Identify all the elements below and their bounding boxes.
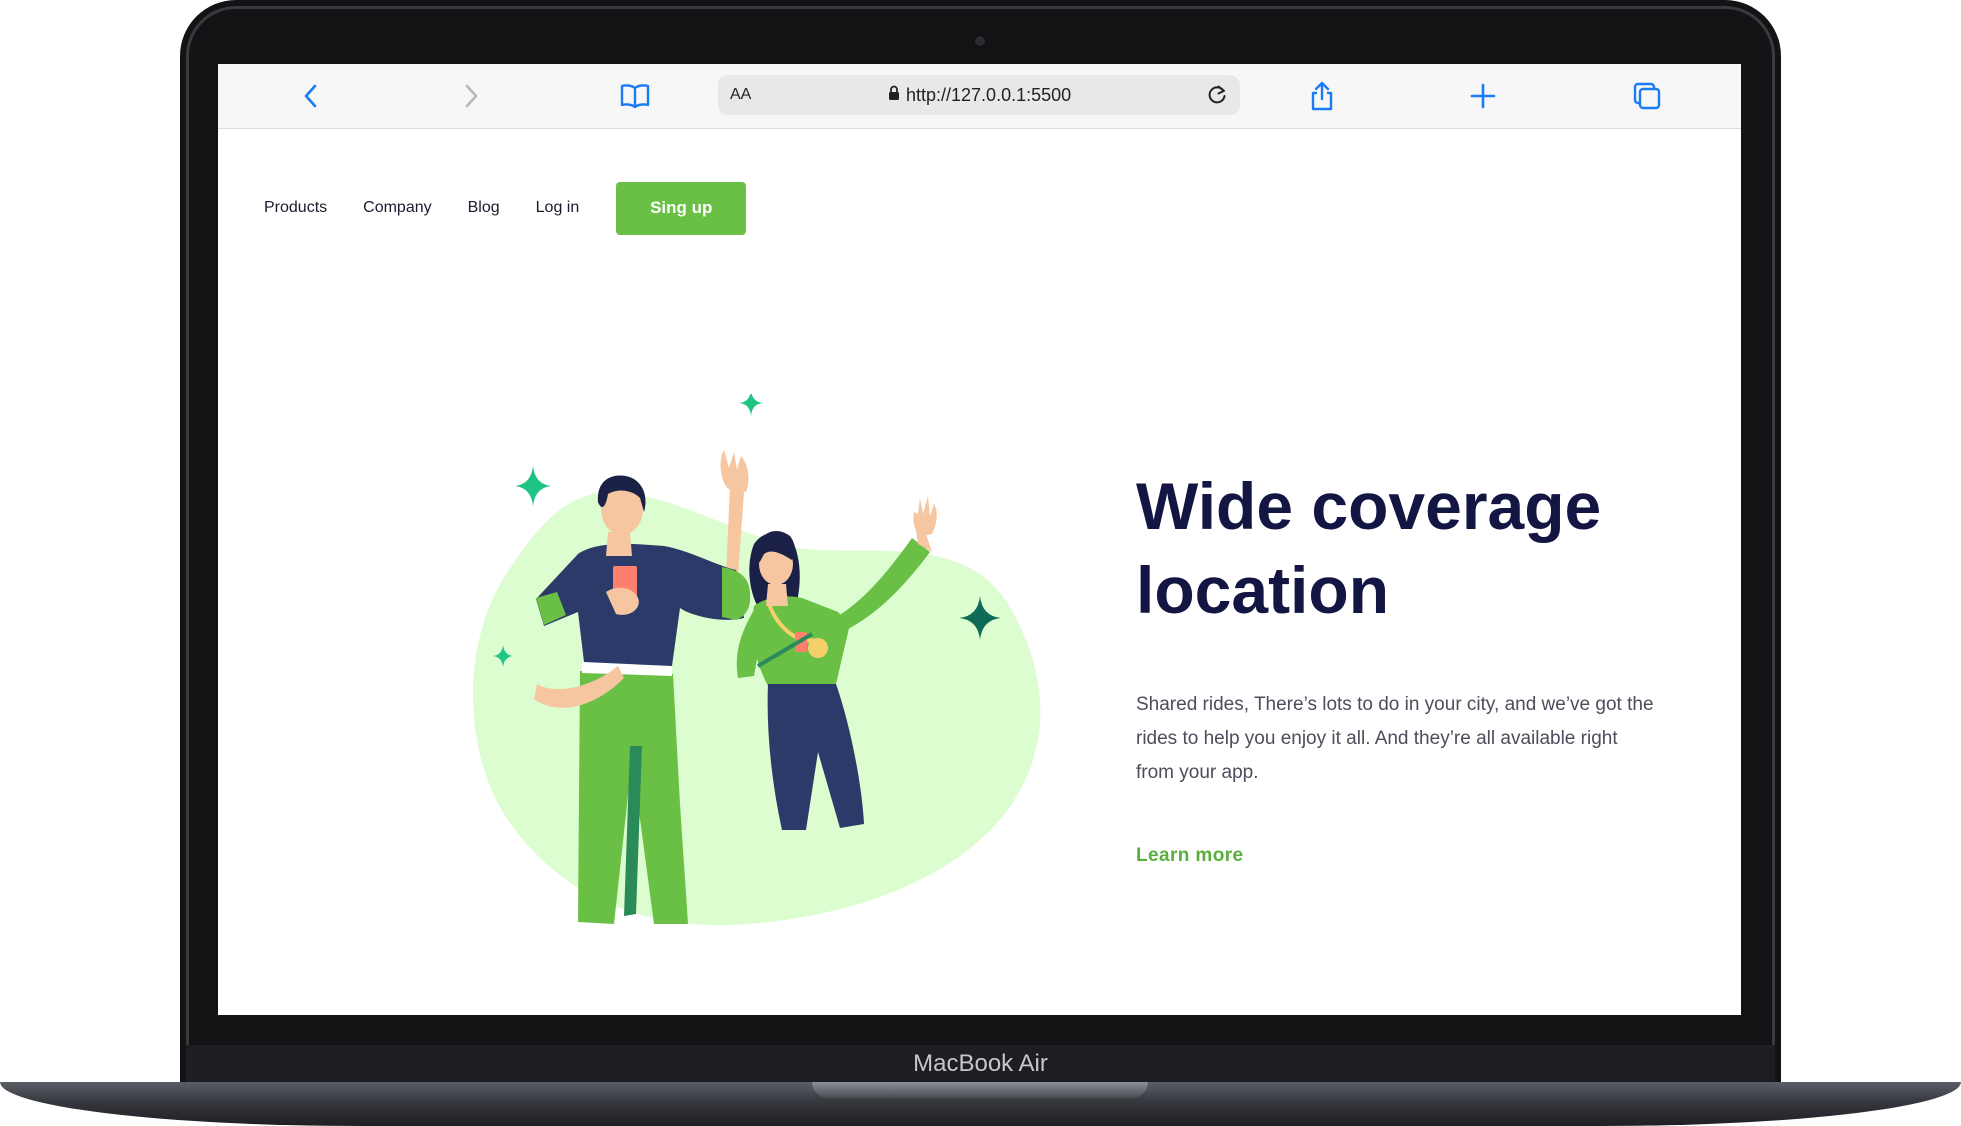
browser-screen: AA http://127.0.0.1:5500 Products Compan…	[218, 64, 1741, 1015]
bookmarks-book-icon[interactable]	[618, 79, 652, 113]
hero-title-line1: Wide coverage	[1136, 469, 1602, 543]
nav-link-products[interactable]: Products	[264, 199, 327, 217]
site-nav: Products Company Blog Log in Sing up	[264, 181, 747, 235]
text-size-button[interactable]: AA	[730, 86, 751, 104]
nav-link-company[interactable]: Company	[363, 199, 431, 217]
nav-link-blog[interactable]: Blog	[468, 199, 500, 217]
address-bar[interactable]: AA http://127.0.0.1:5500	[718, 75, 1240, 115]
hero-illustration	[472, 394, 1041, 926]
sparkle-large-left	[515, 466, 551, 506]
signup-button[interactable]: Sing up	[616, 181, 747, 235]
forward-arrow-icon[interactable]	[454, 79, 488, 113]
sparkle-top	[739, 394, 763, 416]
model-label: MacBook Air	[913, 1050, 1048, 1077]
hero-title-line2: location	[1136, 553, 1390, 627]
new-tab-plus-icon[interactable]	[1466, 79, 1500, 113]
learn-more-link[interactable]: Learn more	[1136, 845, 1243, 867]
browser-toolbar: AA http://127.0.0.1:5500	[218, 64, 1741, 129]
url-display: http://127.0.0.1:5500	[888, 85, 1071, 106]
hero-description: Shared rides, There’s lots to do in your…	[1136, 694, 1654, 783]
nav-link-login[interactable]: Log in	[536, 199, 580, 217]
reload-icon[interactable]	[1202, 80, 1232, 110]
back-arrow-icon[interactable]	[294, 79, 328, 113]
webcam	[975, 36, 985, 46]
share-icon[interactable]	[1305, 79, 1339, 113]
url-text: http://127.0.0.1:5500	[906, 85, 1072, 105]
hero-title: Wide coverage location	[1136, 464, 1696, 632]
lock-icon	[888, 85, 900, 106]
tabs-overview-icon[interactable]	[1630, 79, 1664, 113]
laptop-hinge-notch	[812, 1082, 1148, 1098]
